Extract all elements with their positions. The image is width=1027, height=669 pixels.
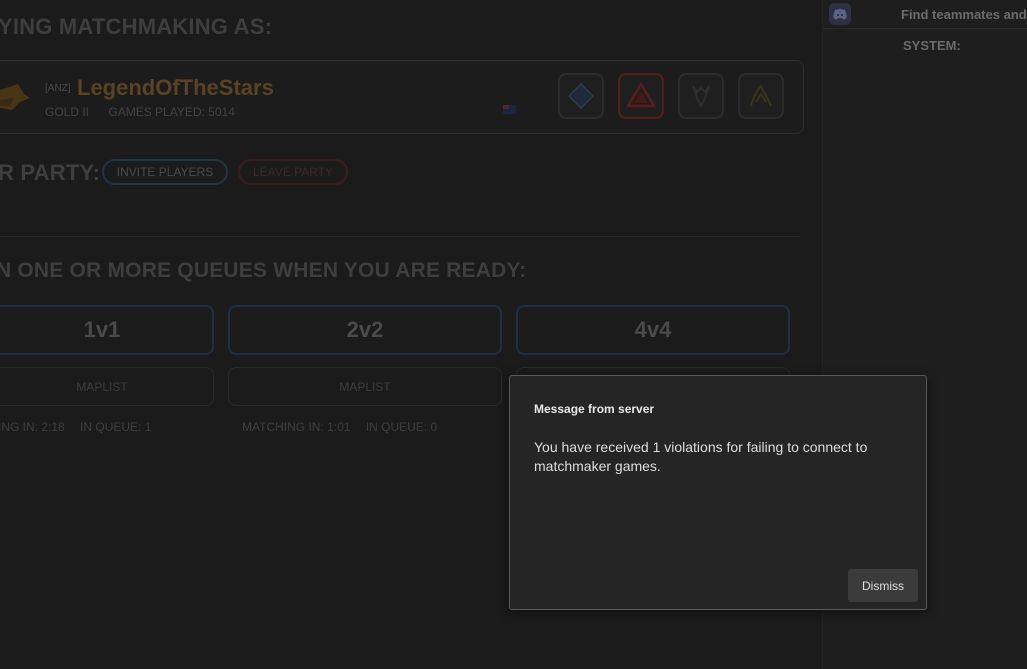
player-stats: GOLD II GAMES PLAYED: 5014 xyxy=(45,105,251,119)
invite-players-button[interactable]: INVITE PLAYERS xyxy=(102,159,228,185)
player-rank: GOLD II xyxy=(45,105,90,119)
player-name[interactable]: LegendOfTheStars xyxy=(77,75,274,101)
faction-4-icon xyxy=(750,84,772,107)
faction-1-button[interactable] xyxy=(558,73,604,119)
queue-1v1-status: ING IN: 2:18 IN QUEUE: 1 xyxy=(0,420,163,434)
system-label: SYSTEM: xyxy=(903,38,961,53)
player-banner-icon xyxy=(0,84,30,110)
dismiss-button[interactable]: Dismiss xyxy=(848,569,918,602)
player-region-tag: [ANZ] xyxy=(45,83,71,94)
faction-3-button[interactable] xyxy=(678,73,724,119)
faction-4-button[interactable] xyxy=(738,73,784,119)
queue-1v1-matching: ING IN: 2:18 xyxy=(0,420,65,434)
queue-4v4-button[interactable]: 4v4 xyxy=(516,305,790,355)
discord-logo-icon xyxy=(833,8,847,20)
queue-2v2-count: IN QUEUE: 0 xyxy=(365,420,438,434)
dialog-title: Message from server xyxy=(534,402,655,416)
section-divider xyxy=(0,236,800,237)
faction-1-icon xyxy=(567,82,595,110)
leave-party-button[interactable]: LEAVE PARTY xyxy=(238,159,348,185)
queues-heading: N ONE OR MORE QUEUES WHEN YOU ARE READY: xyxy=(0,259,527,282)
faction-2-icon xyxy=(626,82,656,108)
maplist-2v2-button[interactable]: MAPLIST xyxy=(228,367,502,406)
server-message-dialog: Message from server You have received 1 … xyxy=(509,375,927,610)
country-flag-icon xyxy=(503,105,516,114)
chat-header-divider xyxy=(823,28,1027,29)
party-heading: R PARTY: xyxy=(0,160,101,185)
dialog-message: You have received 1 violations for faili… xyxy=(534,439,868,474)
queue-2v2-matching: MATCHING IN: 1:01 xyxy=(242,420,351,434)
queue-1v1-button[interactable]: 1v1 xyxy=(0,305,214,355)
maplist-1v1-button[interactable]: MAPLIST xyxy=(0,367,214,406)
find-teammates-link[interactable]: Find teammates and xyxy=(901,7,1027,22)
faction-2-button[interactable] xyxy=(618,73,664,119)
discord-icon[interactable] xyxy=(829,3,851,25)
faction-3-icon xyxy=(692,85,710,109)
queue-2v2-button[interactable]: 2v2 xyxy=(228,305,502,355)
queue-1v1-count: IN QUEUE: 1 xyxy=(80,420,152,434)
playing-as-heading: YING MATCHMAKING AS: xyxy=(0,14,273,39)
player-games-played: GAMES PLAYED: 5014 xyxy=(108,105,235,119)
queue-2v2-status: MATCHING IN: 1:01 IN QUEUE: 0 xyxy=(242,420,449,434)
